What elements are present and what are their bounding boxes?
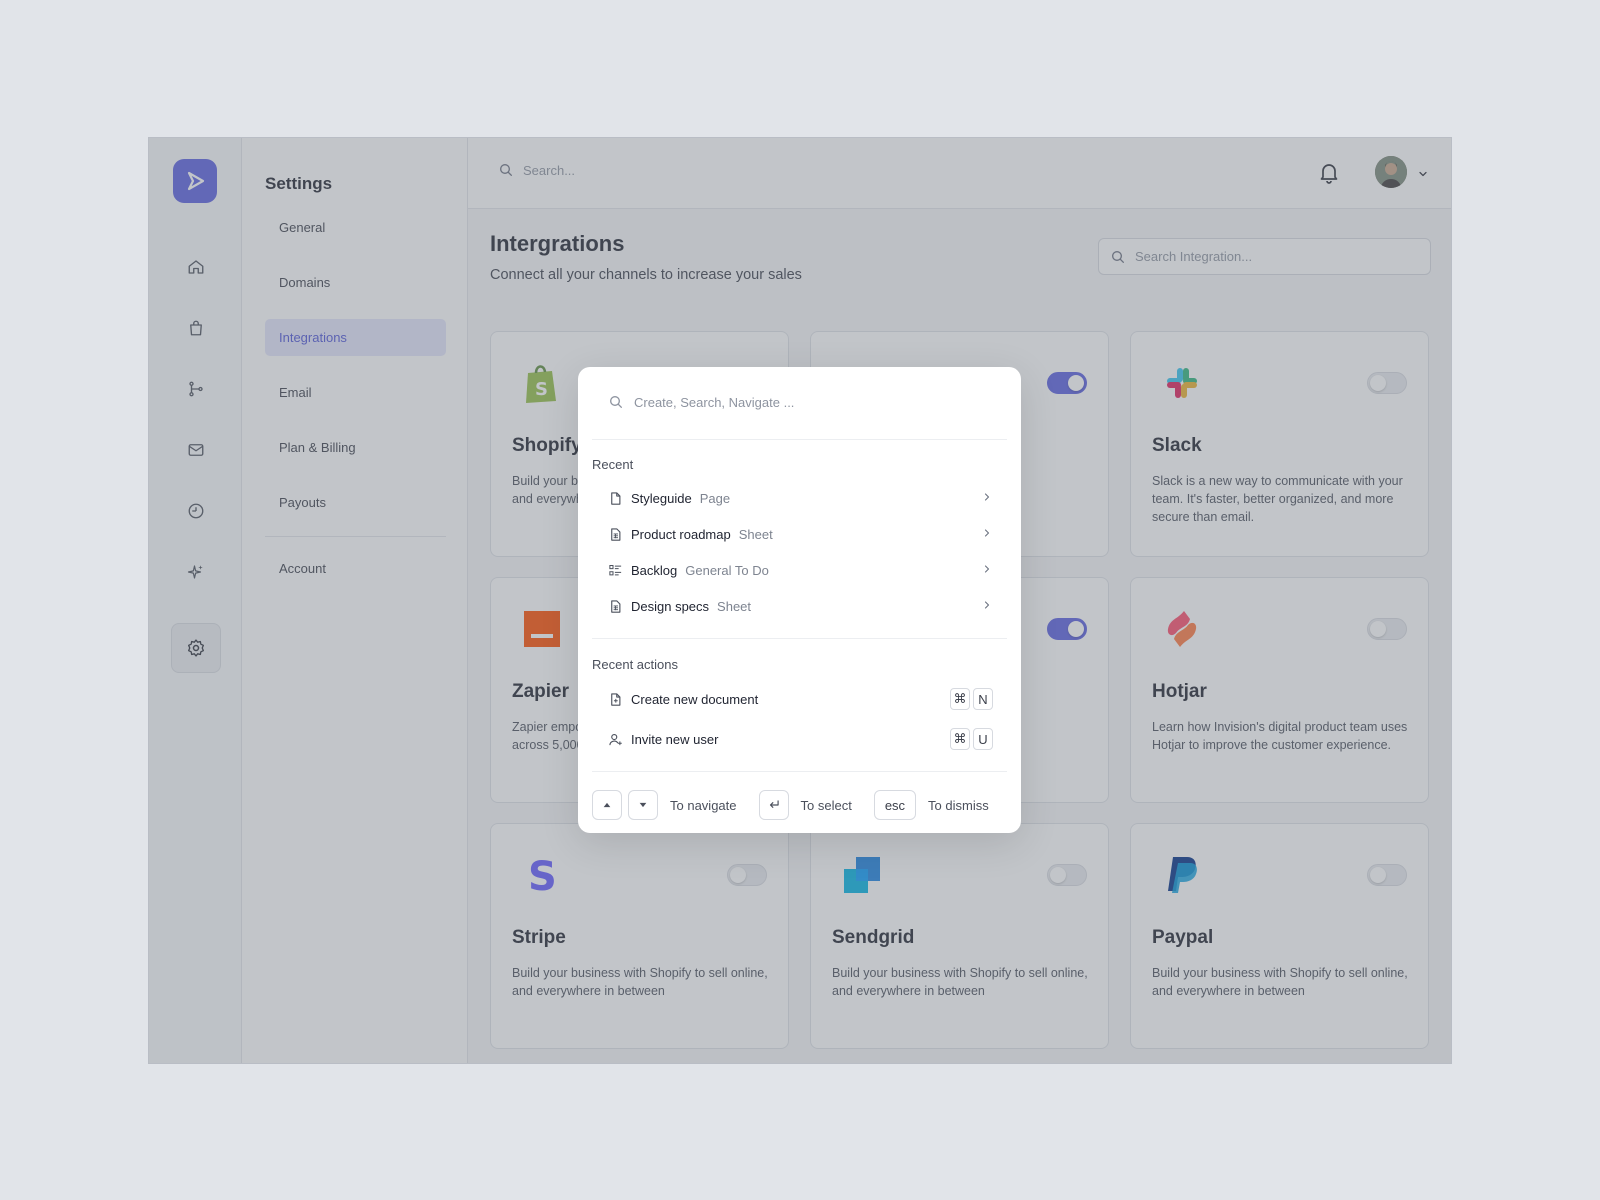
command-palette: Create, Search, Navigate ... Recent Styl… [578, 367, 1021, 833]
select-hint: To select [800, 797, 852, 813]
shortcut-keys: ⌘ U [950, 728, 993, 750]
chevron-right-icon [981, 491, 993, 506]
recent-item-type: General To Do [685, 562, 769, 578]
user-add-icon [606, 730, 624, 748]
recent-item[interactable]: Design specs Sheet [606, 591, 993, 621]
chevron-right-icon [981, 563, 993, 578]
document-icon [606, 489, 624, 507]
palette-search-placeholder: Create, Search, Navigate ... [634, 394, 795, 410]
action-item-title: Invite new user [631, 731, 719, 747]
recent-item-title: Design specs [631, 598, 710, 614]
recent-item-type: Sheet [738, 526, 773, 542]
caret-down-icon [639, 802, 647, 808]
chevron-right-icon [981, 527, 993, 542]
recent-item[interactable]: Styleguide Page [606, 483, 993, 513]
sheet-icon [606, 525, 624, 543]
action-item-title: Create new document [631, 691, 759, 707]
command-key: ⌘ [950, 688, 970, 710]
palette-divider [592, 771, 1007, 772]
navigate-hint: To navigate [670, 797, 737, 813]
recent-item-title: Product roadmap [631, 526, 731, 542]
enter-key[interactable] [758, 790, 789, 820]
caret-up-icon [603, 802, 611, 808]
shortcut-keys: ⌘ N [950, 688, 993, 710]
arrow-down-key[interactable] [628, 790, 658, 820]
recent-item-type: Sheet [717, 598, 752, 614]
arrow-up-key[interactable] [592, 790, 622, 820]
letter-key: N [973, 688, 993, 710]
recent-item-title: Styleguide [631, 490, 692, 506]
recent-item-title: Backlog [631, 562, 678, 578]
command-key: ⌘ [950, 728, 970, 750]
list-icon [606, 561, 624, 579]
letter-key: U [973, 728, 993, 750]
chevron-right-icon [981, 599, 993, 614]
document-add-icon [606, 690, 624, 708]
recent-item[interactable]: Product roadmap Sheet [606, 519, 993, 549]
sheet-icon [606, 597, 624, 615]
enter-icon [769, 800, 779, 808]
search-icon [610, 396, 622, 408]
dismiss-hint: To dismiss [928, 797, 989, 813]
esc-key[interactable]: esc [873, 790, 917, 820]
action-item[interactable]: Create new document ⌘ N [606, 684, 993, 714]
palette-divider [592, 439, 1007, 440]
palette-search-input[interactable]: Create, Search, Navigate ... [608, 394, 794, 410]
recent-item-type: Page [699, 490, 731, 506]
palette-divider [592, 638, 1007, 639]
palette-footer: To navigate To select esc To dismiss [592, 790, 1007, 820]
recent-heading: Recent [592, 457, 634, 472]
action-item[interactable]: Invite new user ⌘ U [606, 724, 993, 754]
recent-item[interactable]: Backlog General To Do [606, 555, 993, 585]
recent-actions-heading: Recent actions [592, 657, 678, 672]
